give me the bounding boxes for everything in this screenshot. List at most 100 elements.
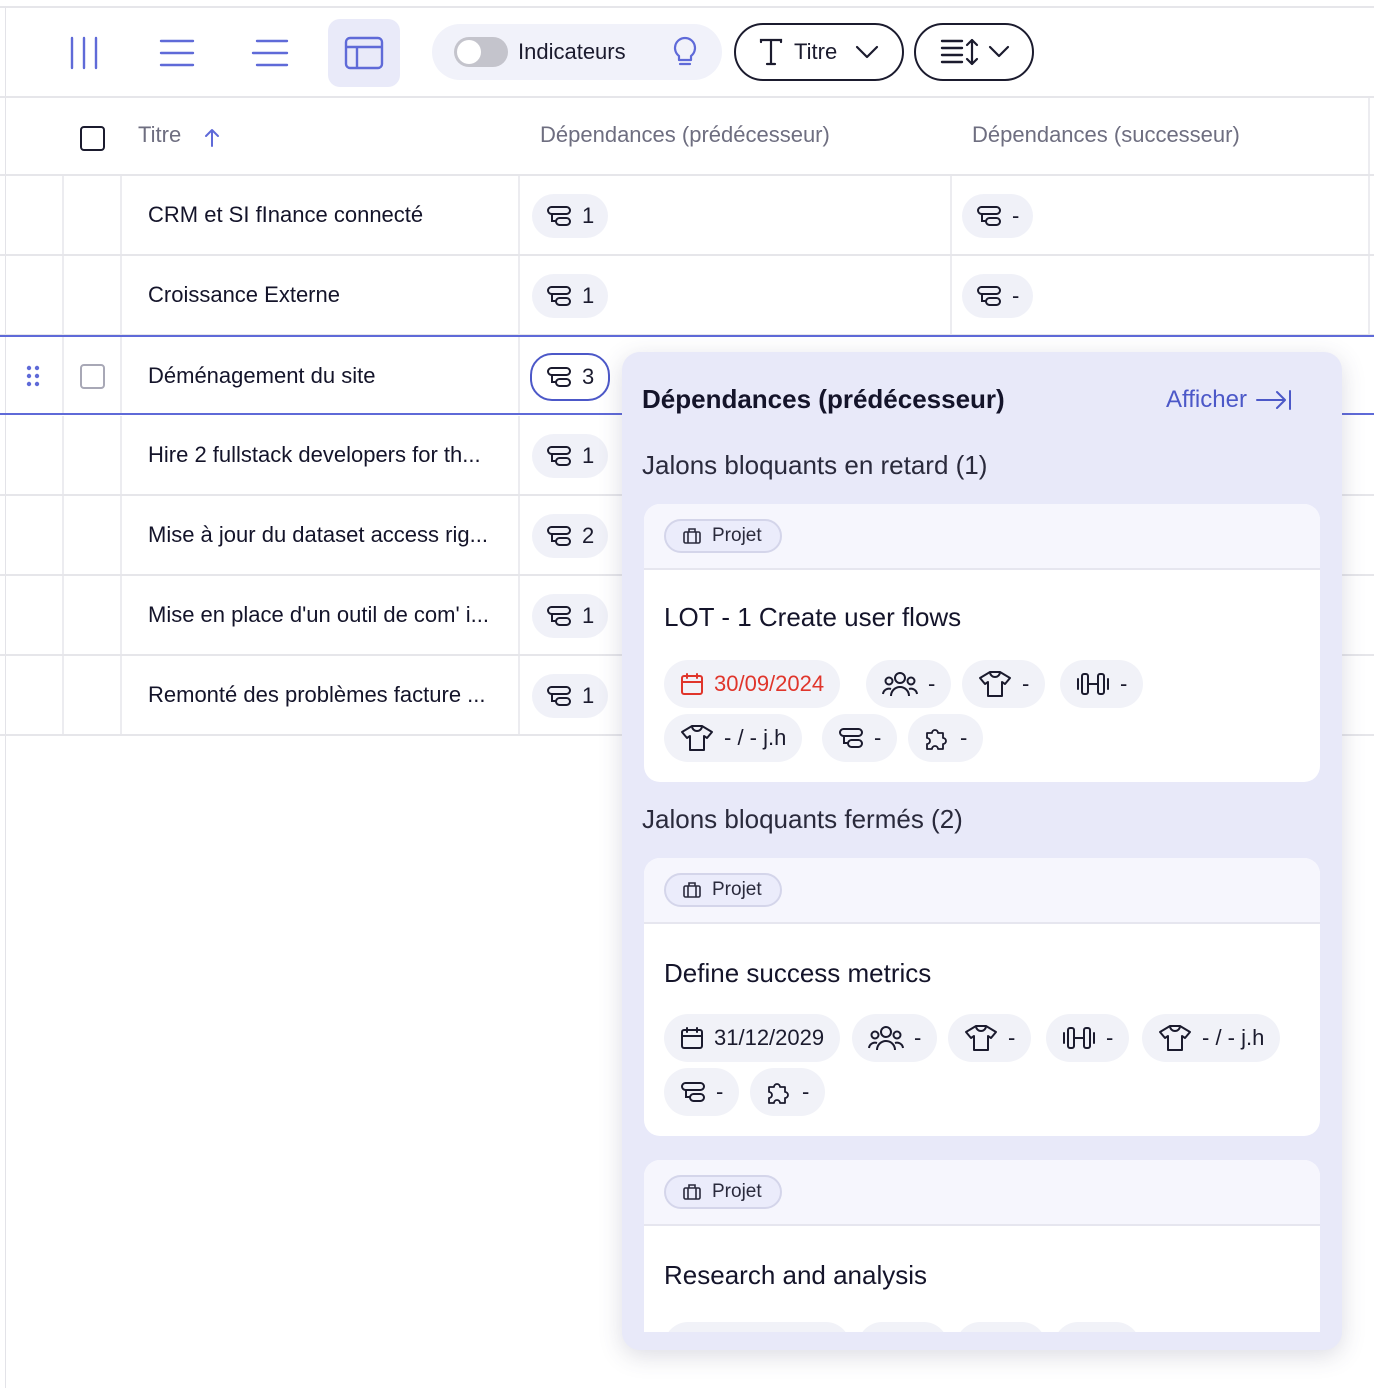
row-title[interactable]: Remonté des problèmes facture ... [148, 682, 486, 708]
project-badge-label: Projet [712, 879, 762, 900]
integration-chip[interactable]: - [908, 714, 984, 762]
weight-chip[interactable]: - [1046, 1014, 1130, 1062]
table-row[interactable]: Croissance Externe 1 - [0, 256, 1374, 336]
row-title[interactable]: Déménagement du site [148, 363, 375, 389]
succ-dependency-pill[interactable]: - [962, 274, 1034, 318]
cell-divider [518, 176, 520, 254]
column-succ-header[interactable]: Dépendances (successeur) [972, 122, 1240, 148]
show-all-label: Afficher [1166, 386, 1247, 413]
dependencies-value: - [874, 725, 882, 750]
row-title[interactable]: Croissance Externe [148, 282, 340, 308]
team-chip[interactable]: - [852, 1014, 938, 1062]
integration-value: - [960, 725, 968, 750]
pred-count: 1 [582, 603, 595, 628]
project-badge: Projet [664, 519, 782, 553]
show-all-link[interactable]: Afficher [1166, 386, 1293, 414]
dependency-icon [547, 526, 571, 546]
effort-value: - / - j.h [724, 725, 787, 750]
card-title[interactable]: LOT - 1 Create user flows [664, 602, 961, 633]
size-value: - [1022, 671, 1030, 696]
weight-value: - [1106, 1025, 1114, 1050]
dependency-icon [547, 686, 571, 706]
table-row[interactable]: CRM et SI fInance connecté 1 - [0, 176, 1374, 256]
column-pred-header[interactable]: Dépendances (prédécesseur) [540, 122, 830, 148]
card-title[interactable]: Define success metrics [664, 958, 931, 989]
team-chip[interactable]: - [866, 660, 952, 708]
due-date-chip[interactable]: 31/12/2029 [664, 1014, 841, 1062]
project-badge-label: Projet [712, 1181, 762, 1202]
pred-dependency-pill-active[interactable]: 3 [530, 353, 611, 401]
dependency-icon [977, 286, 1001, 306]
card-title[interactable]: Research and analysis [664, 1260, 927, 1291]
cell-divider [62, 176, 64, 254]
team-icon [882, 672, 918, 697]
cell-divider [120, 576, 122, 654]
pred-count: 1 [582, 443, 595, 468]
lightbulb-icon[interactable] [672, 36, 698, 68]
dependencies-popover: Dépendances (prédécesseur) Afficher Jalo… [622, 352, 1342, 1350]
pred-dependency-pill[interactable]: 2 [532, 514, 609, 558]
calendar-icon [681, 673, 703, 695]
row-title[interactable]: CRM et SI fInance connecté [148, 202, 423, 228]
team-value: - [928, 671, 936, 696]
list-indent-icon [251, 39, 289, 67]
table-view-button[interactable] [328, 19, 400, 87]
cell-divider [518, 416, 520, 494]
succ-dependency-pill[interactable]: - [962, 194, 1034, 238]
row-height-button[interactable] [914, 23, 1034, 81]
drag-handle-icon[interactable] [26, 365, 40, 387]
row-title[interactable]: Hire 2 fullstack developers for th... [148, 442, 481, 468]
cell-divider [62, 576, 64, 654]
indicators-toggle[interactable] [454, 37, 508, 67]
column-title-header[interactable]: Titre [138, 122, 181, 148]
weight-chip[interactable]: - [1060, 660, 1144, 708]
column-divider [1368, 98, 1370, 174]
dependency-icon [977, 206, 1001, 226]
cell-divider [518, 256, 520, 334]
pred-dependency-pill[interactable]: 1 [532, 434, 609, 478]
dumbbell-icon [1063, 1027, 1095, 1049]
pred-dependency-pill[interactable]: 1 [532, 274, 609, 318]
chevron-down-icon [856, 45, 879, 59]
dependencies-chip[interactable]: - [664, 1068, 740, 1116]
list-icon [159, 39, 195, 67]
pred-dependency-pill[interactable]: 1 [532, 594, 609, 638]
integration-chip[interactable]: - [750, 1068, 826, 1116]
milestone-card[interactable]: Projet Research and analysis [644, 1160, 1320, 1350]
pred-dependency-pill[interactable]: 1 [532, 674, 609, 718]
popover-bottom-edge [622, 1332, 1342, 1350]
dependencies-value: - [716, 1079, 724, 1104]
effort-chip[interactable]: - / - j.h [664, 714, 803, 762]
columns-view-button[interactable] [48, 19, 120, 87]
page: Indicateurs Titre Titre Dépendances (pré… [0, 0, 1374, 1388]
row-title[interactable]: Mise en place d'un outil de com' i... [148, 602, 489, 628]
row-checkbox[interactable] [80, 364, 105, 389]
select-all-checkbox[interactable] [80, 126, 105, 151]
project-badge-label: Projet [712, 525, 762, 546]
row-title[interactable]: Mise à jour du dataset access rig... [148, 522, 488, 548]
indent-view-button[interactable] [234, 19, 306, 87]
milestone-card[interactable]: Projet Define success metrics 31/12/2029… [644, 858, 1320, 1136]
effort-chip[interactable]: - / - j.h [1142, 1014, 1281, 1062]
due-date-value: 30/09/2024 [714, 671, 825, 696]
text-type-icon [759, 38, 783, 66]
project-badge: Projet [664, 1175, 782, 1209]
dumbbell-icon [1077, 673, 1109, 695]
pred-dependency-pill[interactable]: 1 [532, 194, 609, 238]
tshirt-icon [681, 725, 713, 751]
dependency-icon [547, 367, 571, 387]
size-chip[interactable]: - [948, 1014, 1032, 1062]
milestone-card[interactable]: Projet LOT - 1 Create user flows 30/09/2… [644, 504, 1320, 782]
dependency-icon [547, 606, 571, 626]
tshirt-icon [965, 1025, 997, 1051]
list-view-button[interactable] [141, 19, 213, 87]
dependency-icon [547, 286, 571, 306]
dependencies-chip[interactable]: - [822, 714, 898, 762]
closed-section-heading: Jalons bloquants fermés (2) [642, 804, 963, 834]
sort-arrow-up-icon[interactable] [204, 128, 220, 148]
briefcase-icon [683, 882, 701, 898]
title-field-button[interactable]: Titre [734, 23, 904, 81]
due-date-chip[interactable]: 30/09/2024 [664, 660, 841, 708]
size-chip[interactable]: - [962, 660, 1046, 708]
effort-value: - / - j.h [1202, 1025, 1265, 1050]
